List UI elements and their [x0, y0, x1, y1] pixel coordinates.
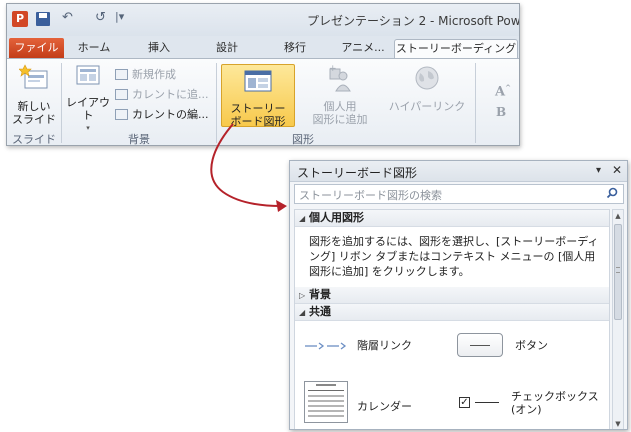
storyboard-shapes-icon [244, 70, 272, 92]
tab-transitions[interactable]: 移行 [275, 39, 315, 59]
group-label-slides: スライド [12, 133, 56, 146]
pane-title: ストーリーボード図形 [297, 166, 418, 180]
title-bar: P ↶ ↺ |▾ プレゼンテーション 2 - Microsoft Power..… [7, 4, 519, 36]
expand-triangle-icon: ▷ [299, 291, 306, 300]
hyperlink-globe-icon [415, 66, 439, 90]
add-personal-label: 個人用 図形に追加 [312, 100, 368, 126]
layout-button[interactable]: レイアウト ▾ [64, 63, 112, 135]
tab-storyboarding[interactable]: ストーリーボーディング [394, 39, 518, 60]
shape-label-button: ボタン [515, 339, 548, 352]
tab-home[interactable]: ホーム [69, 39, 119, 59]
scroll-up-icon[interactable]: ▲ [613, 210, 623, 222]
checkbox-shape-icon[interactable]: ✓ [459, 397, 470, 408]
calendar-shape-icon[interactable] [304, 381, 348, 423]
tab-insert[interactable]: 挿入 [139, 39, 179, 59]
scroll-down-icon[interactable]: ▼ [613, 418, 623, 429]
new-slide-button[interactable]: 新しい スライド [10, 63, 58, 126]
group-separator [475, 63, 476, 143]
category-background-label: 背景 [309, 288, 331, 301]
edit-current-icon [115, 109, 128, 120]
collapse-triangle-icon: ◢ [299, 214, 306, 223]
add-current-label: カレントに追... [132, 88, 209, 101]
tab-design[interactable]: 設計 [207, 39, 247, 59]
new-create-label: 新規作成 [132, 68, 176, 81]
qat-customize-icon[interactable]: |▾ [115, 10, 124, 23]
layout-label: レイアウト [66, 96, 110, 122]
grow-font-icon[interactable]: A^ [495, 83, 511, 99]
add-current-icon [115, 89, 128, 100]
tab-file[interactable]: ファイル [9, 38, 64, 59]
hyperlink-button[interactable]: ハイパーリンク [383, 63, 471, 113]
add-personal-shape-icon: + [329, 64, 351, 92]
storyboard-shapes-button[interactable]: ストーリー ボード図形 [221, 64, 295, 128]
powerpoint-app-icon[interactable]: P [12, 11, 28, 27]
tab-animations[interactable]: アニメ... [334, 39, 392, 59]
category-common[interactable]: ◢ 共通 [295, 304, 609, 321]
search-icon[interactable] [606, 187, 618, 199]
collapse-triangle-icon: ◢ [299, 308, 306, 317]
breadcrumb-shape-icon[interactable] [305, 341, 351, 351]
storyboard-shapes-pane: ストーリーボード図形 ▾ ✕ ストーリーボード図形の検索 ◢ 個人用図形 図形を追… [289, 160, 628, 430]
checkbox-line-icon [475, 402, 499, 403]
shape-label-breadcrumb: 階層リンク [357, 339, 412, 352]
layout-icon [76, 65, 100, 85]
close-icon[interactable]: ✕ [612, 163, 622, 177]
redo-icon[interactable]: ↺ [95, 10, 106, 25]
new-create-button[interactable]: 新規作成 [115, 66, 176, 84]
personal-shapes-description: 図形を追加するには、図形を選択し、[ストーリーボーディング] リボン タブまたは… [309, 235, 599, 278]
shape-label-calendar: カレンダー [357, 400, 412, 413]
ribbon-tabs: ファイル ホーム 挿入 設計 移行 アニメ... ストーリーボーディング [7, 36, 519, 60]
pane-dropdown-icon[interactable]: ▾ [596, 165, 601, 176]
bold-icon[interactable]: B [496, 105, 506, 119]
shape-gallery: ◢ 個人用図形 図形を追加するには、図形を選択し、[ストーリーボーディング] リボ… [294, 209, 610, 429]
scroll-thumb[interactable] [614, 224, 622, 320]
search-placeholder: ストーリーボード図形の検索 [299, 189, 442, 202]
pane-header: ストーリーボード図形 ▾ ✕ [290, 161, 627, 182]
category-background[interactable]: ▷ 背景 [295, 287, 609, 304]
shape-label-checkbox-checked: チェックボックス (オン) [511, 390, 599, 416]
undo-icon[interactable]: ↶ [62, 10, 73, 25]
category-common-label: 共通 [309, 305, 331, 318]
new-slide-label: 新しい スライド [12, 100, 56, 126]
category-personal[interactable]: ◢ 個人用図形 [295, 210, 609, 227]
pane-scrollbar[interactable]: ▲ ▼ [612, 209, 624, 429]
group-separator [61, 63, 62, 143]
new-slide-icon [18, 64, 48, 89]
shape-search-input[interactable]: ストーリーボード図形の検索 [294, 184, 624, 204]
add-current-button[interactable]: カレントに追... [115, 86, 209, 104]
add-to-personal-button[interactable]: + 個人用 図形に追加 [305, 63, 375, 126]
new-create-icon [115, 69, 128, 80]
callout-arrow [210, 123, 287, 212]
hyperlink-label: ハイパーリンク [388, 100, 466, 113]
group-label-background: 背景 [128, 133, 150, 146]
button-shape-icon[interactable] [457, 333, 503, 357]
svg-text:+: + [329, 64, 337, 74]
save-icon[interactable] [36, 12, 50, 26]
window-title: プレゼンテーション 2 - Microsoft Power... [307, 14, 520, 28]
category-personal-label: 個人用図形 [309, 211, 364, 224]
